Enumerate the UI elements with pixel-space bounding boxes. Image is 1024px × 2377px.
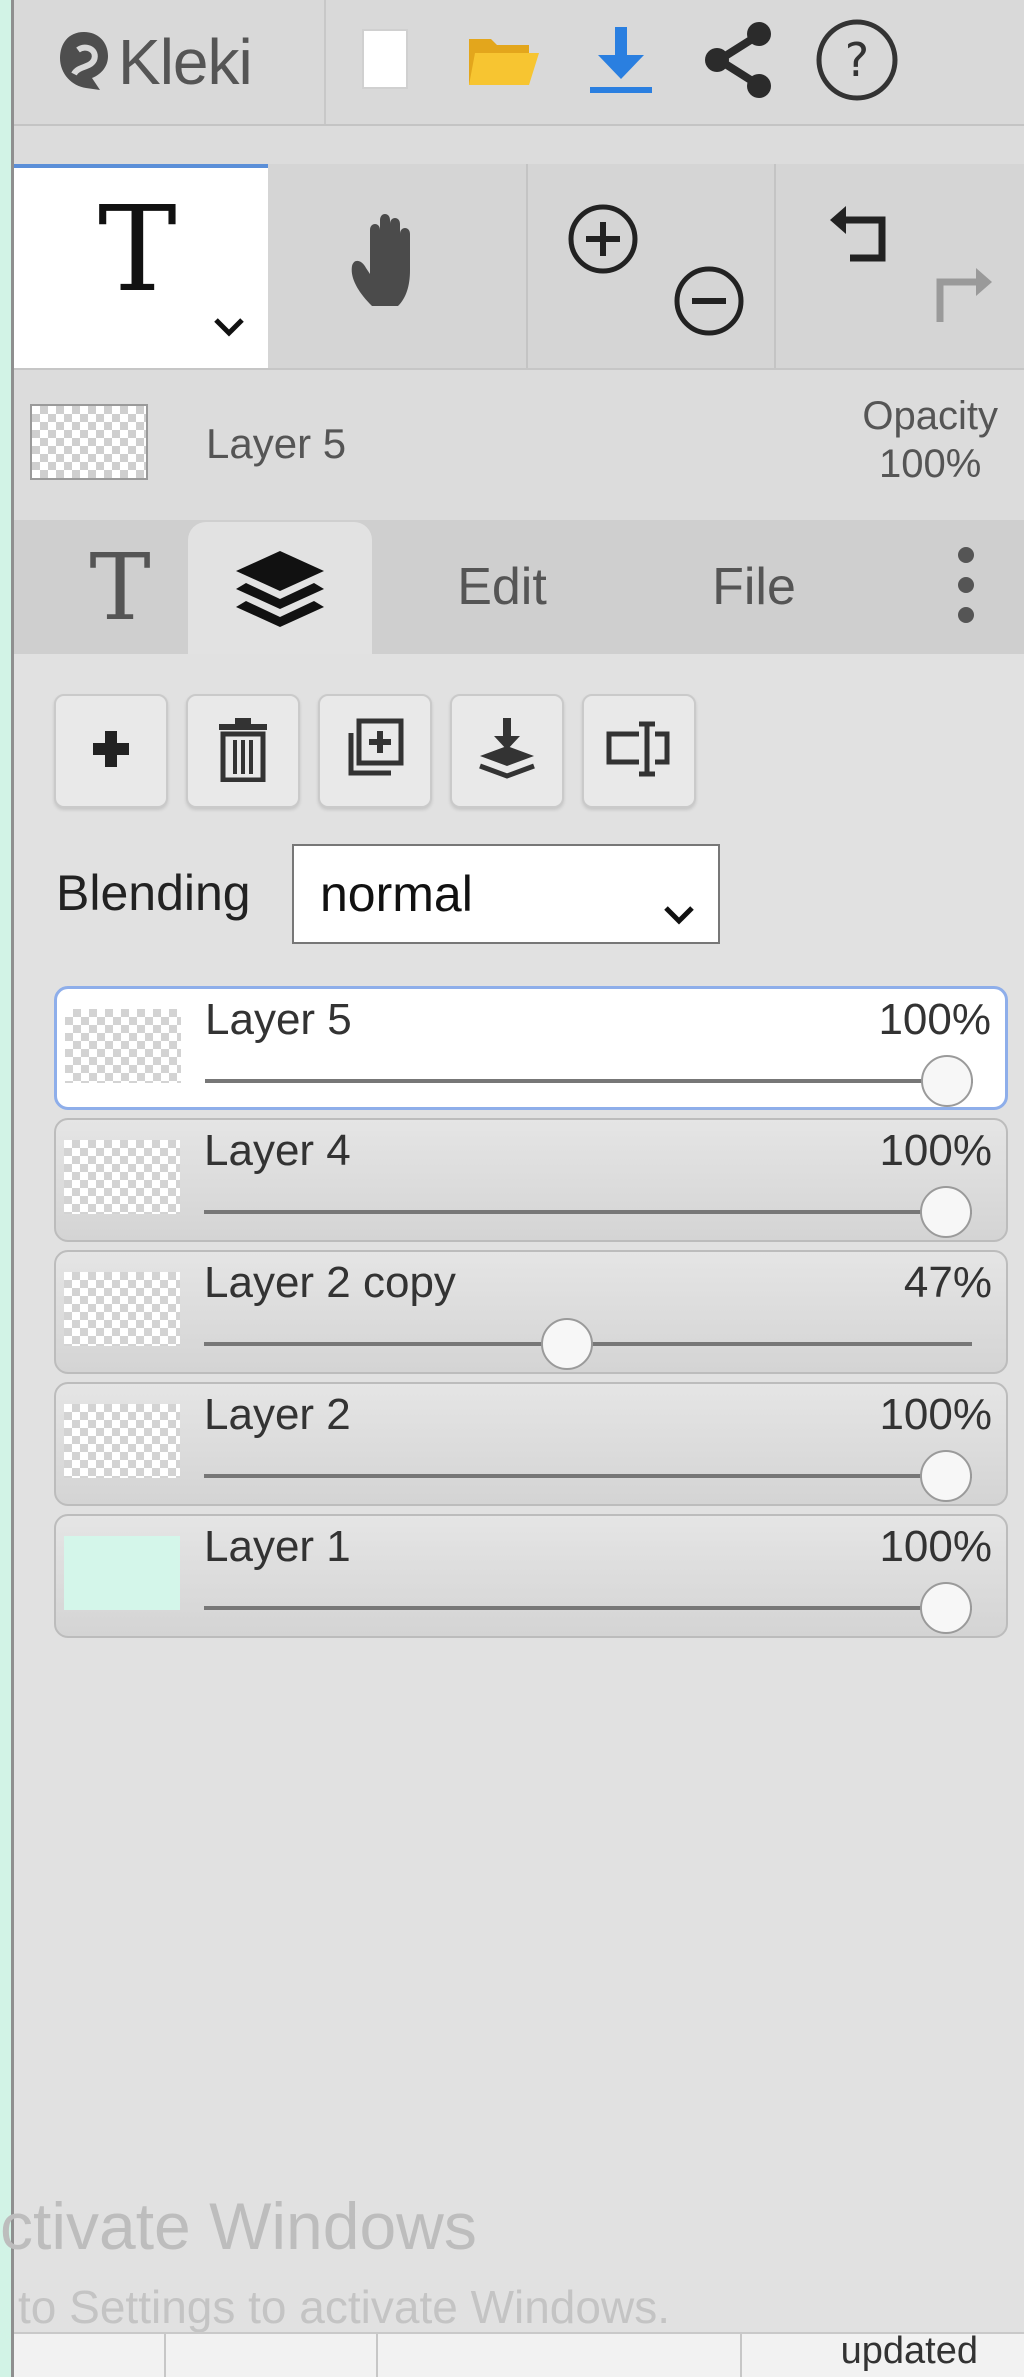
canvas-edge xyxy=(0,0,14,2377)
opacity-label: Opacity xyxy=(862,394,998,438)
rename-icon xyxy=(603,716,675,787)
zoom-in-icon[interactable] xyxy=(566,202,640,281)
layer-opacity-slider[interactable] xyxy=(204,1318,972,1370)
text-tool-button[interactable]: T xyxy=(14,164,268,368)
layer-item[interactable]: Layer 2 100% xyxy=(54,1382,1008,1506)
save-button[interactable] xyxy=(562,0,680,124)
redo-icon[interactable] xyxy=(926,260,1000,339)
blending-select[interactable]: normal xyxy=(292,844,720,944)
layer-item[interactable]: Layer 5 100% xyxy=(54,986,1008,1110)
layer-name: Layer 1 xyxy=(204,1522,351,1571)
blending-label: Blending xyxy=(56,865,251,921)
blending-value: normal xyxy=(320,866,473,922)
layer-name: Layer 4 xyxy=(204,1126,351,1175)
rename-layer-button[interactable] xyxy=(582,694,696,808)
top-toolbar: Kleki ? xyxy=(14,0,1024,126)
merge-down-button[interactable] xyxy=(450,694,564,808)
layers-icon xyxy=(232,547,328,632)
activation-watermark-title: ctivate Windows xyxy=(0,2189,477,2263)
layer-opacity-slider[interactable] xyxy=(204,1582,972,1634)
strip-divider xyxy=(376,2334,378,2377)
layer-name: Layer 2 copy xyxy=(204,1258,456,1307)
layer-opacity: 100% xyxy=(878,995,991,1044)
bottom-strip: updated xyxy=(14,2330,1024,2377)
merge-down-icon xyxy=(474,716,540,787)
chevron-down-icon xyxy=(662,880,696,938)
new-file-icon xyxy=(359,28,411,97)
download-icon xyxy=(586,23,656,102)
trash-icon xyxy=(215,716,271,787)
layer-item[interactable]: Layer 4 100% xyxy=(54,1118,1008,1242)
kleki-logo-icon xyxy=(56,28,112,97)
slider-knob[interactable] xyxy=(540,1318,593,1370)
opacity-value: 100% xyxy=(879,442,982,486)
slider-knob[interactable] xyxy=(920,1450,972,1502)
open-folder-icon xyxy=(465,29,541,96)
open-file-button[interactable] xyxy=(444,0,562,124)
tab-edit[interactable]: Edit xyxy=(412,520,592,654)
layer-opacity: 100% xyxy=(879,1390,992,1439)
slider-knob[interactable] xyxy=(920,1186,972,1238)
layer-opacity: 47% xyxy=(903,1258,992,1307)
text-tool-glyph: T xyxy=(98,180,177,318)
strip-divider xyxy=(740,2334,742,2377)
tab-tool-settings[interactable]: T xyxy=(60,520,180,654)
layer-name: Layer 2 xyxy=(204,1390,351,1439)
layer-opacity-slider[interactable] xyxy=(205,1055,973,1107)
current-layer-name: Layer 5 xyxy=(206,420,347,467)
more-menu-button[interactable] xyxy=(924,520,1008,654)
layer-thumbnail xyxy=(64,1404,180,1478)
layer-opacity: 100% xyxy=(879,1126,992,1175)
plus-icon xyxy=(89,727,133,776)
zoom-out-icon[interactable] xyxy=(672,264,746,343)
slider-knob[interactable] xyxy=(920,1582,972,1634)
help-icon: ? xyxy=(815,18,899,107)
tool-divider xyxy=(526,164,528,368)
duplicate-layer-button[interactable] xyxy=(318,694,432,808)
layer-opacity-slider[interactable] xyxy=(204,1186,972,1238)
tool-row: T xyxy=(14,164,1024,370)
tool-divider xyxy=(774,164,776,368)
slider-knob[interactable] xyxy=(921,1055,973,1107)
layer-thumbnail xyxy=(65,1009,181,1083)
layer-name: Layer 5 xyxy=(205,995,352,1044)
current-layer-opacity: Opacity 100% xyxy=(862,392,998,488)
tab-layers[interactable] xyxy=(188,522,372,656)
layer-opacity-slider[interactable] xyxy=(204,1450,972,1502)
more-vertical-icon xyxy=(956,545,976,630)
layer-thumbnail xyxy=(64,1536,180,1610)
current-layer-thumbnail xyxy=(30,404,148,480)
layer-item[interactable]: Layer 2 copy 47% xyxy=(54,1250,1008,1374)
share-icon xyxy=(701,20,777,105)
kleki-logo-text: Kleki xyxy=(118,26,253,98)
activation-watermark-subtitle: to Settings to activate Windows. xyxy=(18,2281,670,2333)
layer-thumbnail xyxy=(64,1272,180,1346)
undo-icon[interactable] xyxy=(822,198,896,277)
strip-text: updated xyxy=(840,2330,978,2372)
layer-opacity: 100% xyxy=(879,1522,992,1571)
tab-file[interactable]: File xyxy=(664,520,844,654)
svg-text:?: ? xyxy=(845,33,869,87)
kleki-app: Kleki ? T Layer 5 Opacity 100% T Edit Fi… xyxy=(0,0,1024,2377)
help-button[interactable]: ? xyxy=(798,0,916,124)
new-file-button[interactable] xyxy=(326,0,444,124)
panel-tabs: T Edit File xyxy=(14,520,1024,656)
strip-divider xyxy=(164,2334,166,2377)
layer-item[interactable]: Layer 1 100% xyxy=(54,1514,1008,1638)
chevron-down-icon[interactable] xyxy=(212,316,246,343)
delete-layer-button[interactable] xyxy=(186,694,300,808)
hand-icon[interactable] xyxy=(344,208,442,325)
kleki-logo[interactable]: Kleki xyxy=(14,0,326,124)
layer-thumbnail xyxy=(64,1140,180,1214)
layers-panel: Blending normal Layer 5 100% Layer 4 100… xyxy=(14,654,1024,2377)
duplicate-icon xyxy=(343,717,407,786)
share-button[interactable] xyxy=(680,0,798,124)
add-layer-button[interactable] xyxy=(54,694,168,808)
